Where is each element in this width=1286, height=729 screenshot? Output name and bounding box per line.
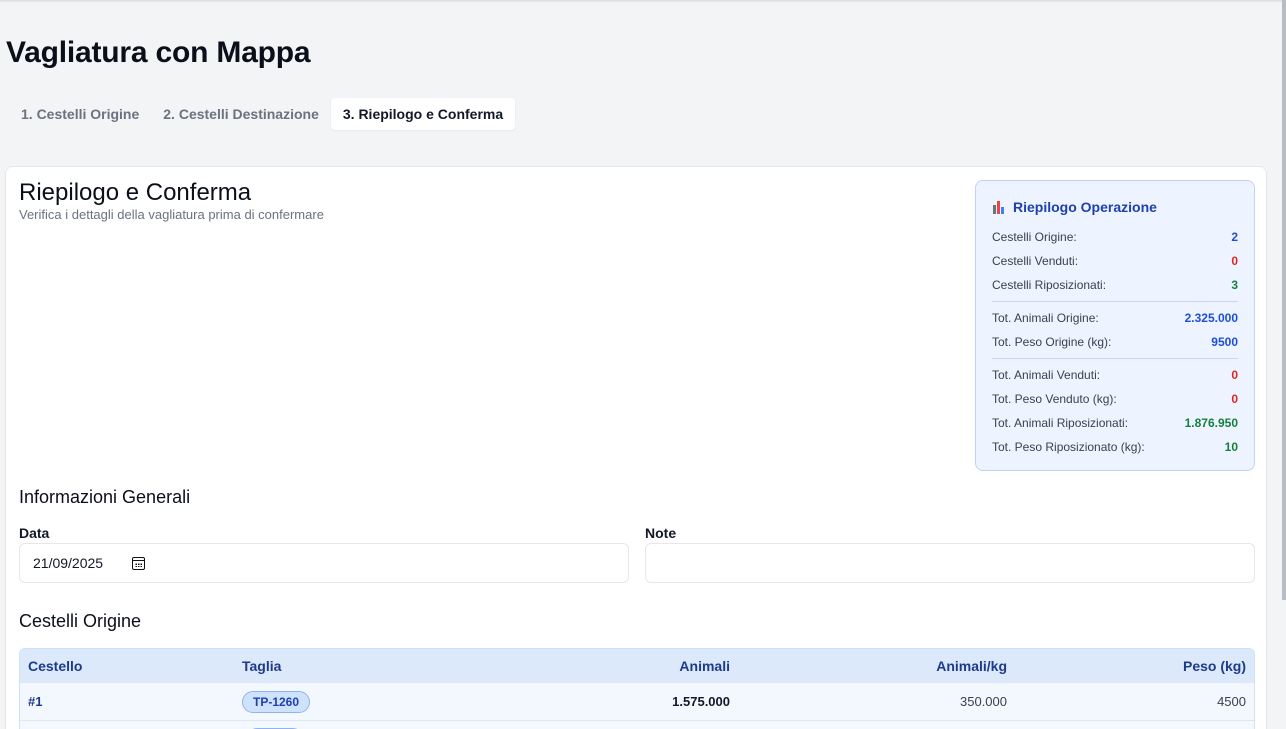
- summary-value: 1.876.950: [1184, 416, 1238, 430]
- col-animali-kg[interactable]: Animali/kg: [936, 658, 1007, 674]
- table-header: Cestello Taglia Animali Animali/kg Peso …: [20, 649, 1254, 682]
- summary-label: Tot. Animali Riposizionati:: [992, 416, 1129, 430]
- tab-cestelli-origine[interactable]: 1. Cestelli Origine: [9, 98, 151, 130]
- card-subtitle: Verifica i dettagli della vagliatura pri…: [19, 207, 324, 222]
- summary-row-peso-riposizionato: Tot. Peso Riposizionato (kg): 10: [992, 440, 1238, 454]
- summary-label: Tot. Peso Venduto (kg):: [992, 392, 1117, 406]
- summary-value: 0: [1231, 254, 1238, 268]
- summary-value: 10: [1224, 440, 1238, 454]
- summary-row-animali-origine: Tot. Animali Origine: 2.325.000: [992, 311, 1238, 325]
- summary-row-cestelli-riposizionati: Cestelli Riposizionati: 3: [992, 278, 1238, 292]
- summary-label: Tot. Peso Riposizionato (kg):: [992, 440, 1145, 454]
- cell-animali-kg: 350.000: [960, 694, 1007, 709]
- col-taglia[interactable]: Taglia: [242, 658, 281, 674]
- notes-label: Note: [645, 525, 677, 541]
- summary-divider: [992, 358, 1238, 359]
- col-animali[interactable]: Animali: [679, 658, 730, 674]
- date-field[interactable]: 21/09/2025: [19, 543, 629, 583]
- top-shadow: [0, 0, 1286, 3]
- date-value: 21/09/2025: [33, 555, 104, 571]
- table-row[interactable]: [20, 720, 1254, 729]
- summary-row-cestelli-origine: Cestelli Origine: 2: [992, 230, 1238, 244]
- date-label: Data: [19, 525, 50, 541]
- summary-label: Cestelli Riposizionati:: [992, 278, 1107, 292]
- summary-divider: [992, 301, 1238, 302]
- calendar-icon[interactable]: [132, 556, 146, 570]
- summary-label: Tot. Animali Venduti:: [992, 368, 1101, 382]
- summary-value: 3: [1231, 278, 1238, 292]
- col-cestello[interactable]: Cestello: [28, 658, 82, 674]
- summary-row-peso-venduto: Tot. Peso Venduto (kg): 0: [992, 392, 1238, 406]
- summary-label: Cestelli Venduti:: [992, 254, 1079, 268]
- summary-title: Riepilogo Operazione: [1013, 199, 1157, 215]
- summary-row-animali-riposizionati: Tot. Animali Riposizionati: 1.876.950: [992, 416, 1238, 430]
- page-scrollbar[interactable]: [1282, 0, 1286, 600]
- tab-cestelli-destinazione[interactable]: 2. Cestelli Destinazione: [151, 98, 331, 130]
- summary-value: 0: [1231, 368, 1238, 382]
- summary-value: 2: [1231, 230, 1238, 244]
- cell-animali: 1.575.000: [672, 694, 730, 709]
- general-info-title: Informazioni Generali: [19, 487, 191, 507]
- summary-header: Riepilogo Operazione: [993, 199, 1157, 215]
- summary-row-cestelli-venduti: Cestelli Venduti: 0: [992, 254, 1238, 268]
- col-peso[interactable]: Peso (kg): [1183, 658, 1246, 674]
- cell-peso: 4500: [1217, 694, 1246, 709]
- tab-riepilogo-conferma[interactable]: 3. Riepilogo e Conferma: [330, 98, 516, 130]
- step-tabs: 1. Cestelli Origine 2. Cestelli Destinaz…: [9, 98, 516, 130]
- summary-card: Riepilogo e Conferma Verifica i dettagli…: [5, 166, 1267, 729]
- size-badge: TP-1260: [242, 690, 311, 713]
- cell-taglia: TP-1260: [242, 690, 311, 713]
- summary-label: Tot. Peso Origine (kg):: [992, 335, 1112, 349]
- summary-row-peso-origine: Tot. Peso Origine (kg): 9500: [992, 335, 1238, 349]
- summary-row-animali-venduti: Tot. Animali Venduti: 0: [992, 368, 1238, 382]
- operation-summary-panel: Riepilogo Operazione Cestelli Origine: 2…: [975, 180, 1255, 471]
- origin-baskets-title: Cestelli Origine: [19, 611, 142, 631]
- notes-field[interactable]: [645, 543, 1255, 583]
- summary-value: 0: [1231, 392, 1238, 406]
- origin-baskets-table: Cestello Taglia Animali Animali/kg Peso …: [19, 648, 1255, 729]
- summary-label: Cestelli Origine:: [992, 230, 1077, 244]
- summary-label: Tot. Animali Origine:: [992, 311, 1099, 325]
- page-title: Vagliatura con Mappa: [6, 36, 311, 69]
- summary-value: 9500: [1211, 335, 1238, 349]
- summary-value: 2.325.000: [1184, 311, 1238, 325]
- card-title: Riepilogo e Conferma: [19, 179, 252, 206]
- cell-cestello: #1: [28, 694, 43, 709]
- table-row[interactable]: #1 TP-1260 1.575.000 350.000 4500: [20, 682, 1254, 720]
- bar-chart-icon: [993, 200, 1007, 214]
